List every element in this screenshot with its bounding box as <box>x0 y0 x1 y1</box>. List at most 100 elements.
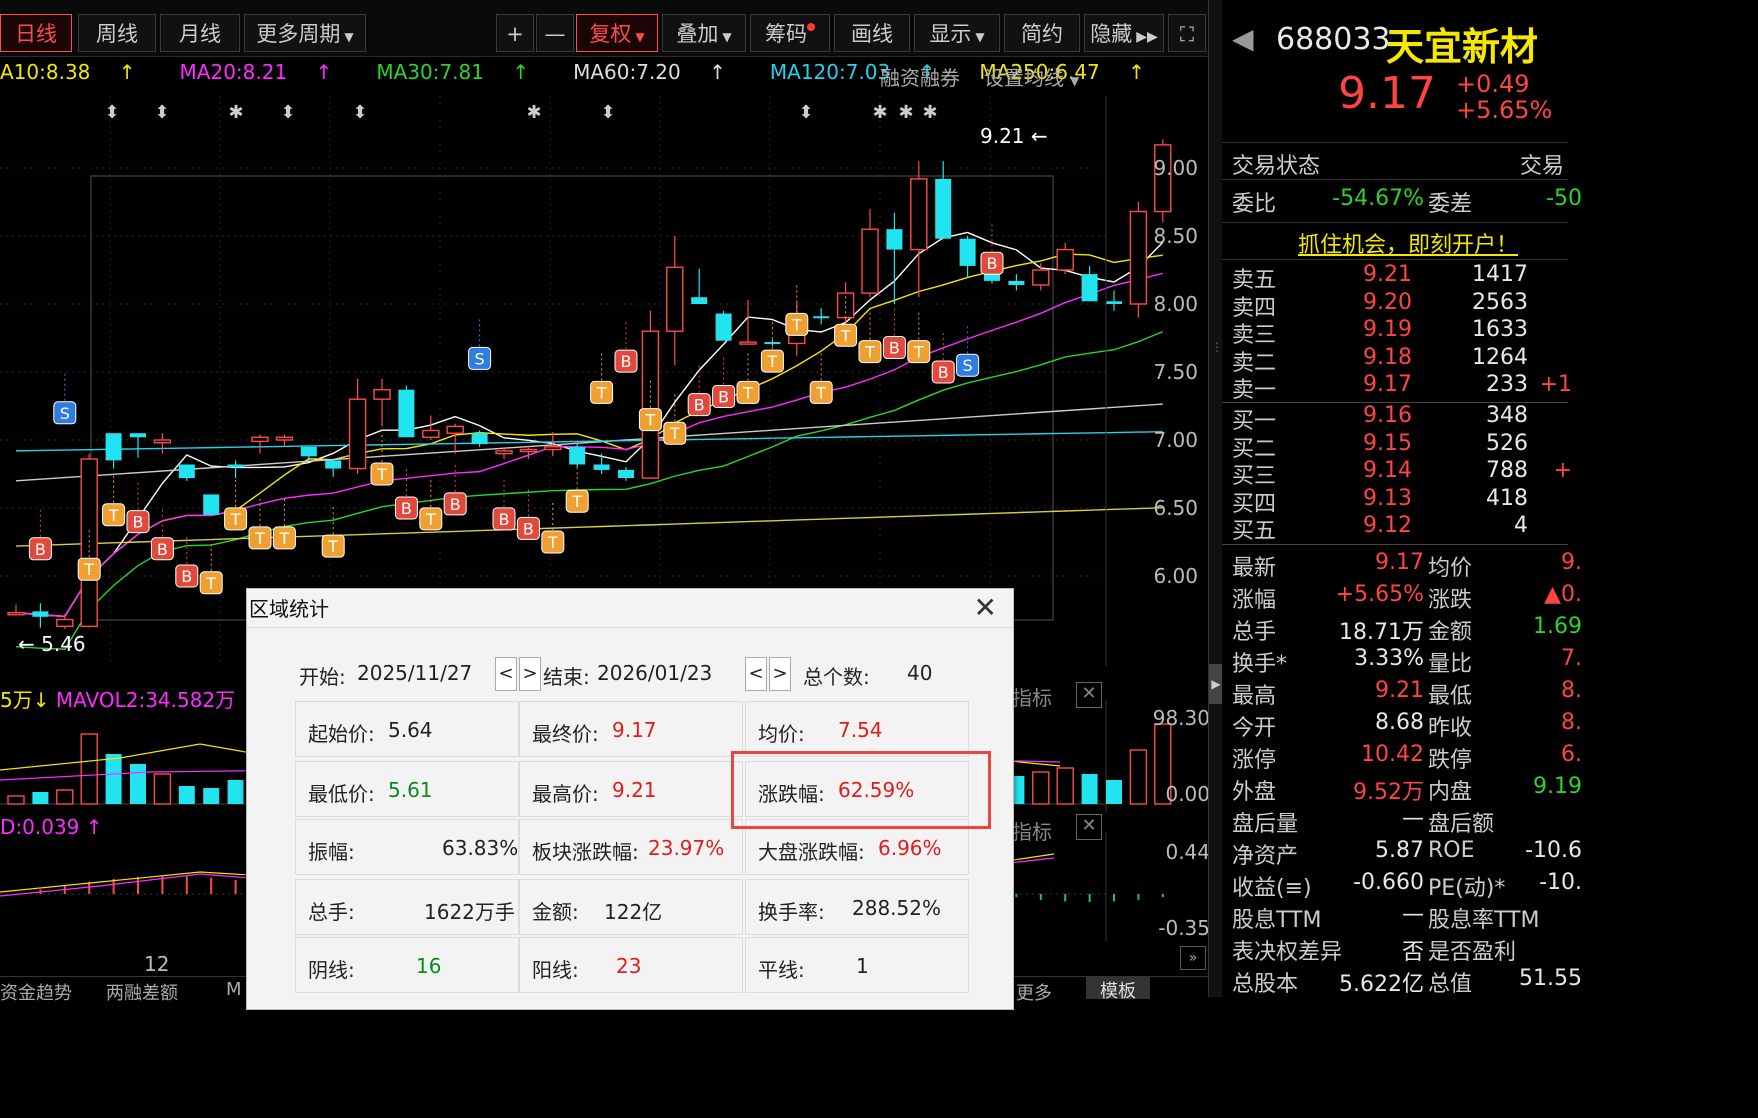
tab-more[interactable]: 更多 <box>1016 979 1052 1005</box>
end-next-button[interactable]: > <box>769 657 791 691</box>
start-next-button[interactable]: > <box>519 657 541 691</box>
period-week-tab[interactable]: 周线 <box>78 14 156 52</box>
tab-margin-diff[interactable]: 两融差额 <box>106 979 178 1005</box>
start-date: 2025/11/27 <box>357 661 473 685</box>
display-dropdown[interactable]: 显示 ▼ <box>914 14 1000 52</box>
candle-body <box>1032 269 1050 286</box>
chip-button[interactable]: 筹码 <box>750 14 830 52</box>
quote-label: 涨幅 <box>1232 588 1277 613</box>
rights-adjust-dropdown[interactable]: 复权 ▼ <box>576 14 658 52</box>
order-ratio-label: 委比 <box>1232 192 1277 217</box>
close-icon[interactable]: ✕ <box>974 591 997 624</box>
tab-fund-trend[interactable]: 资金趋势 <box>0 979 72 1005</box>
ask-level[interactable]: 卖三 9.19 1633 <box>1232 317 1572 348</box>
simple-mode-button[interactable]: 简约 <box>1004 14 1080 52</box>
ask-level[interactable]: 卖五 9.21 1417 <box>1232 262 1572 293</box>
close-macd-icon[interactable]: ✕ <box>1076 814 1102 840</box>
quote-value-2: -10. <box>1539 870 1582 895</box>
margin-trading-link[interactable]: 融资融券 <box>880 62 960 91</box>
quote-row: 净资产 5.87 ROE -10.6 <box>1232 838 1582 869</box>
quote-row: 表决权差异否是否盈利 <box>1232 934 1572 965</box>
quote-label-2: ROE <box>1428 838 1475 863</box>
event-marker-icon[interactable]: ⬍ <box>352 102 367 123</box>
close-volume-icon[interactable]: ✕ <box>1076 682 1102 708</box>
chevron-down-icon: ▼ <box>722 30 732 44</box>
price-chart[interactable]: BSTT BBB TTT T TTBTBSBBTTTBTTB B TTTTTT B TB SB⬍ ⬍… <box>0 96 1210 666</box>
signal-marker-text: T <box>425 510 436 529</box>
event-marker-icon[interactable]: ✱ <box>228 102 243 123</box>
fullscreen-button[interactable]: ⛶ <box>1168 14 1206 52</box>
more-periods-dropdown[interactable]: 更多周期 ▼ <box>244 14 366 52</box>
volume-bar <box>105 754 122 804</box>
chevron-down-icon: ▼ <box>635 30 645 44</box>
indicator-label: 指标 <box>1012 686 1052 710</box>
bid-level[interactable]: 买二 9.15 526 <box>1232 431 1572 462</box>
ask-level[interactable]: 卖四 9.20 2563 <box>1232 289 1572 321</box>
zoom-out-button[interactable]: — <box>536 14 574 52</box>
expand-right-icon[interactable]: » <box>1180 946 1206 970</box>
stat-label: 阳线: <box>532 958 579 982</box>
bid-level[interactable]: 买三 9.14 788 + <box>1232 458 1572 489</box>
signal-marker-text: T <box>815 383 826 402</box>
event-marker-icon[interactable]: ⬍ <box>280 102 295 123</box>
high-price-value: 9.21 <box>980 124 1025 148</box>
event-marker-icon[interactable]: ⬍ <box>154 102 169 123</box>
overlay-dropdown[interactable]: 叠加 ▼ <box>662 14 746 52</box>
event-marker-icon[interactable]: ⬍ <box>104 102 119 123</box>
stat-value: 288.52% <box>852 896 941 920</box>
event-marker-icon[interactable]: ✱ <box>922 102 937 123</box>
highlight-box <box>731 751 991 829</box>
signal-marker-text: T <box>669 424 680 443</box>
open-account-link[interactable]: 抓住机会，即刻开户！ <box>1298 227 1518 259</box>
quote-value: 5.87 <box>1375 838 1424 863</box>
candle-body <box>886 229 903 250</box>
level-price: 9.21 <box>1363 262 1412 287</box>
candle-body <box>569 446 586 465</box>
candle-body <box>813 316 830 319</box>
zoom-in-button[interactable]: + <box>496 14 534 52</box>
level-extra: +1 <box>1539 372 1572 397</box>
ma-value: MA30:7.81 <box>376 60 484 84</box>
hide-button[interactable]: 隐藏 ▶▶ <box>1084 14 1164 52</box>
start-prev-button[interactable]: < <box>495 657 517 691</box>
bid-level[interactable]: 买五 9.12 4 <box>1232 513 1572 544</box>
level-volume: 2563 <box>1472 289 1528 315</box>
stat-cell: 起始价: 5.64 <box>295 701 519 757</box>
set-ma-dropdown[interactable]: 设置均线 ▼ <box>984 62 1079 91</box>
candle-body <box>80 458 98 628</box>
event-marker-icon[interactable]: ✱ <box>526 102 541 123</box>
x-axis-label: 12 <box>144 952 170 976</box>
event-marker-icon[interactable]: ✱ <box>872 102 887 123</box>
quote-value: — <box>1402 902 1424 927</box>
period-month-tab[interactable]: 月线 <box>160 14 240 52</box>
back-arrow-icon[interactable]: ◀ <box>1232 22 1254 55</box>
end-prev-button[interactable]: < <box>745 657 767 691</box>
volume-bar <box>227 780 244 804</box>
chart-toolbar: 日线 周线 月线 更多周期 ▼ + — 复权 ▼ 叠加 ▼ 筹码 画线 显示 ▼ 简约 … <box>0 0 1208 57</box>
level-price: 9.17 <box>1363 372 1412 397</box>
candle-body <box>227 464 244 468</box>
event-marker-icon[interactable]: ✱ <box>898 102 913 123</box>
bid-level[interactable]: 买一 9.16 348 <box>1232 403 1572 434</box>
tab-template[interactable]: 模板 <box>1086 977 1150 1002</box>
quote-value-2: ▲0. <box>1544 582 1582 607</box>
price-tick: 6.50 <box>1153 496 1198 520</box>
ask-level[interactable]: 卖一 9.17 233 +1 <box>1232 372 1572 403</box>
stat-label: 阴线: <box>308 958 355 982</box>
ask-level[interactable]: 卖二 9.18 1264 <box>1232 345 1572 376</box>
draw-line-button[interactable]: 画线 <box>834 14 910 52</box>
promo-bar: 抓住机会，即刻开户！ <box>1222 222 1568 260</box>
period-day-tab[interactable]: 日线 <box>0 14 72 52</box>
event-marker-icon[interactable]: ⬍ <box>600 102 615 123</box>
level-label: 卖一 <box>1232 378 1277 403</box>
stat-label: 大盘涨跌幅: <box>758 840 865 864</box>
bid-level[interactable]: 买四 9.13 418 <box>1232 486 1572 517</box>
event-marker-icon[interactable]: ⬍ <box>798 102 813 123</box>
quote-label-2: 量比 <box>1428 652 1473 677</box>
collapse-panel-icon[interactable]: ▶ <box>1209 664 1223 704</box>
price-tick: 9.00 <box>1153 156 1198 180</box>
volume-bar <box>32 792 49 804</box>
tab-m[interactable]: M <box>226 979 242 1000</box>
count-label: 总个数: <box>803 665 870 689</box>
candle-body <box>56 618 74 628</box>
